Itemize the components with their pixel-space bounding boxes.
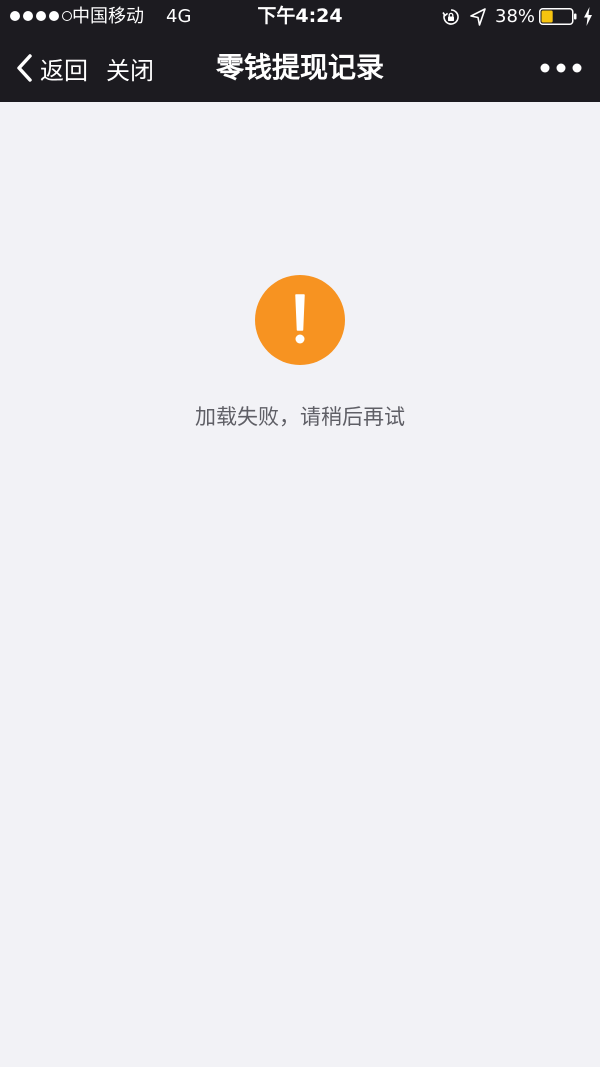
close-button[interactable]: 关闭 (106, 34, 154, 102)
chevron-left-icon (17, 54, 32, 82)
charging-icon (584, 7, 592, 26)
status-bar: 中国移动 4G 下午4:24 38% (0, 0, 600, 34)
back-label: 返回 (40, 56, 88, 85)
battery-percent: 38% (495, 6, 536, 27)
battery-icon (539, 8, 577, 25)
exclamation-icon (255, 275, 345, 365)
back-button[interactable]: 返回 (14, 34, 88, 102)
top-bar: 中国移动 4G 下午4:24 38% 返回 关闭 零钱提现记录 (0, 0, 600, 102)
location-icon (470, 8, 486, 26)
nav-bar: 返回 关闭 零钱提现记录 (0, 34, 600, 102)
more-icon[interactable] (536, 56, 586, 80)
error-message: 加载失败，请稍后再试 (195, 405, 405, 429)
orientation-lock-icon (442, 9, 459, 25)
page-title: 零钱提现记录 (215, 51, 384, 84)
